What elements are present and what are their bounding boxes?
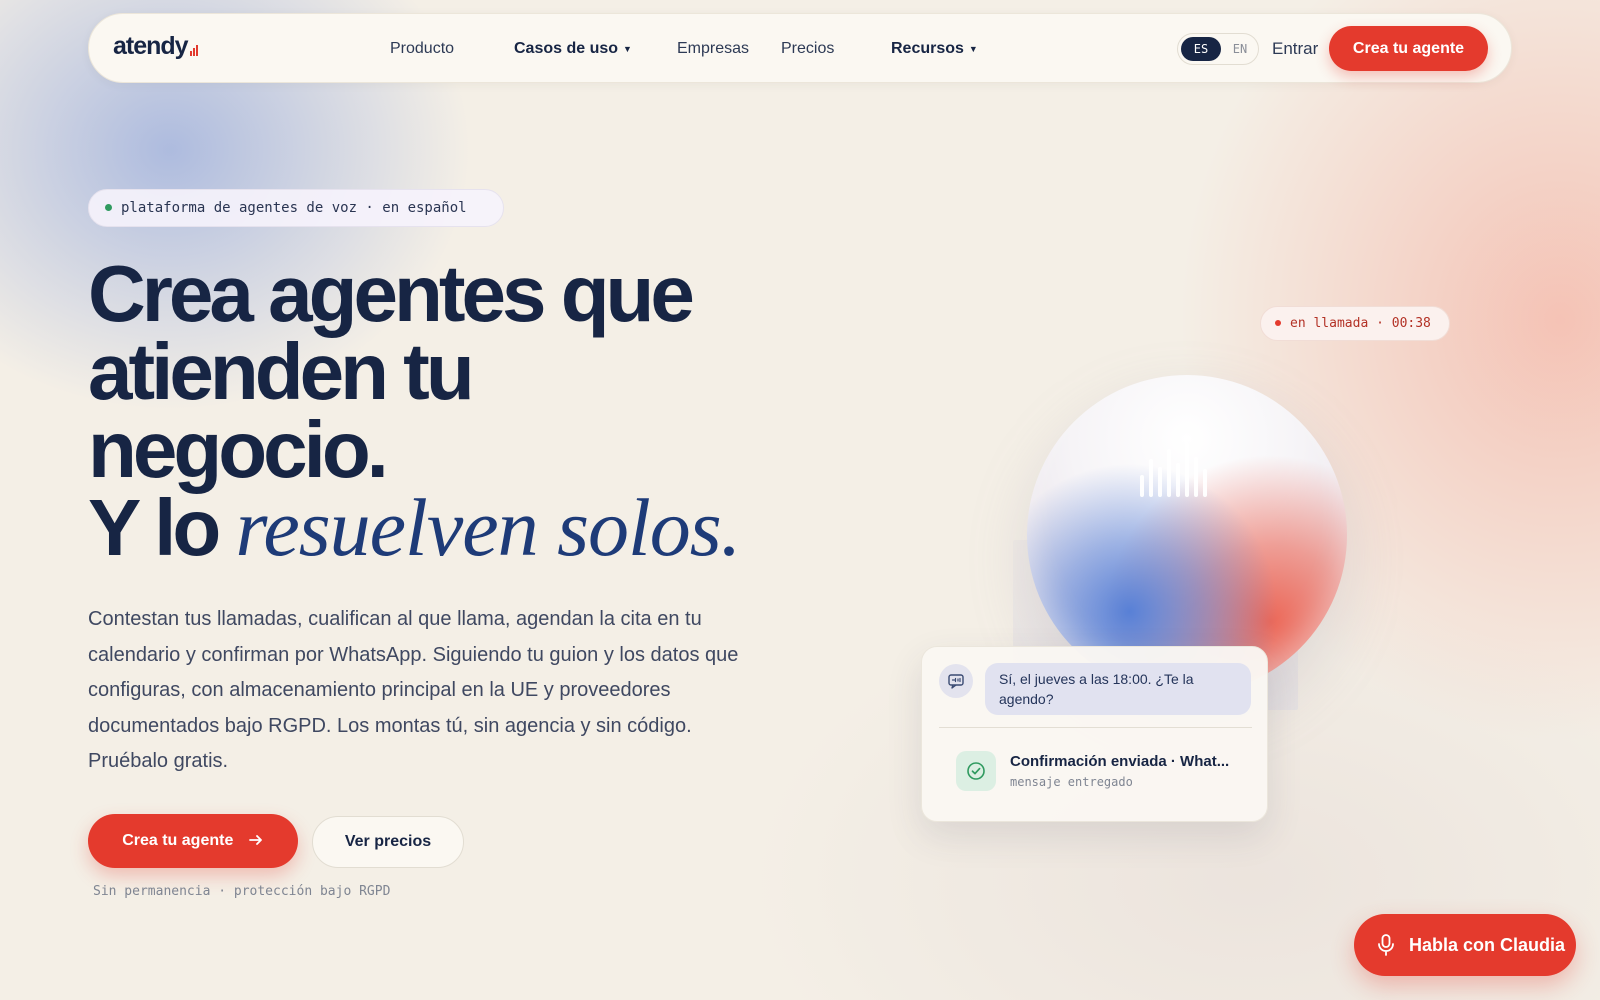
hero-title-line: negocio. [88,405,389,494]
nav-cta-button[interactable]: Crea tu agente [1329,26,1488,71]
lang-en-button[interactable]: EN [1224,37,1256,61]
nav-item-precios[interactable]: Precios [781,40,834,58]
nav-item-label: Casos de uso [514,40,619,57]
confirmation-status [956,751,996,791]
nav-item-producto[interactable]: Producto [390,40,454,58]
nav-item-label: Empresas [677,40,750,57]
nav-item-empresas[interactable]: Empresas [677,40,749,58]
hero-title: Crea agentes que atienden tu negocio. Y … [88,249,808,569]
view-pricing-button[interactable]: Ver precios [312,816,464,868]
language-toggle: ES EN [1177,33,1259,65]
call-status-badge: en llamada · 00:38 [1260,306,1450,341]
hero-title-last-line: Y lo resuelven solos. [88,487,808,569]
logo-text: atendy [113,32,189,60]
nav-item-recursos[interactable]: Recursos ▼ [891,40,978,58]
talk-to-claudia-label: Habla con Claudia [1409,935,1566,955]
chat-icon [939,664,973,698]
hero-note: Sin permanencia · protección bajo RGPD [93,884,391,899]
talk-to-claudia-button[interactable]: Habla con Claudia [1354,914,1576,976]
arrow-right-icon [248,834,262,845]
hero-title-prefix: Y lo [88,483,221,572]
confirmation-subtitle: mensaje entregado [1010,775,1133,789]
hero-title-line: atienden tu [88,327,475,416]
product-pill: plataforma de agentes de voz · en españo… [88,189,504,227]
nav-item-label: Recursos [891,40,964,57]
create-agent-button[interactable]: Crea tu agente [88,814,298,868]
microphone-icon [1378,934,1394,956]
soundwave-icon [1140,441,1207,497]
lang-es-button[interactable]: ES [1181,37,1221,61]
recording-dot-icon [1275,319,1281,326]
agent-message-bubble: Sí, el jueves a las 18:00. ¿Te la agendo… [985,663,1251,715]
nav-item-casos-de-uso[interactable]: Casos de uso ▼ [514,40,632,58]
chevron-down-icon: ▼ [623,43,632,54]
nav-item-label: Precios [781,40,835,57]
create-agent-label: Crea tu agente [122,832,234,849]
hero-title-line: Crea agentes que [88,249,695,338]
confirmation-title: Confirmación enviada · What... [1010,753,1230,770]
top-navigation: atendy Producto Casos de uso ▼ Empresas P… [88,13,1512,83]
nav-item-label: Producto [390,40,455,57]
conversation-card: Sí, el jueves a las 18:00. ¿Te la agendo… [921,646,1268,822]
login-link[interactable]: Entrar [1272,39,1318,59]
call-status-text: en llamada · 00:38 [1290,316,1431,331]
logo-bars-icon [189,45,198,56]
check-circle-icon [967,762,985,780]
pill-text: plataforma de agentes de voz · en españo… [121,200,467,216]
logo[interactable]: atendy [113,32,198,61]
hero-description: Contestan tus llamadas, cualifican al qu… [88,608,739,773]
chevron-down-icon: ▼ [968,43,978,54]
status-dot-icon [105,203,112,211]
card-divider [939,727,1252,728]
hero-title-italic: resuelven solos. [235,482,741,573]
